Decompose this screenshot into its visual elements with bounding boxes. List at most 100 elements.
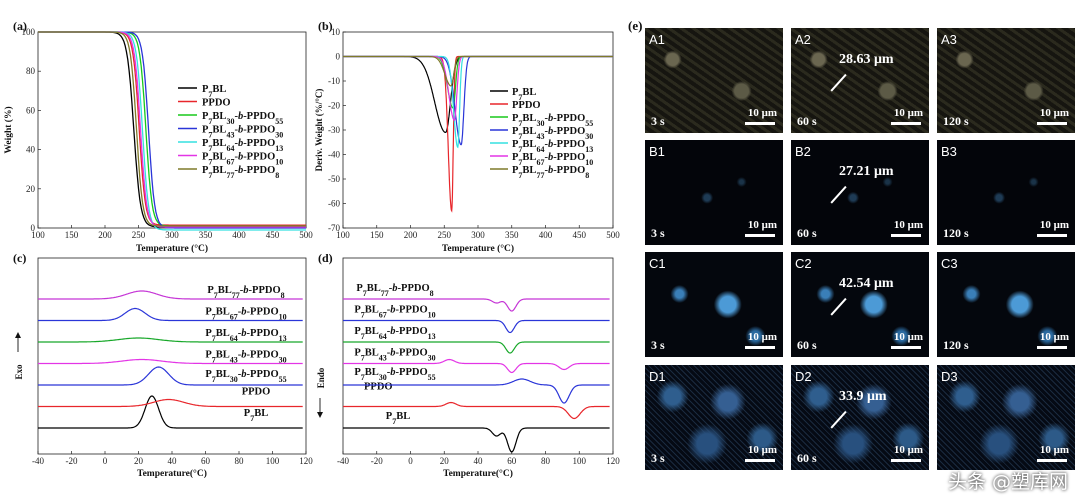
a-xtick-label: 350	[199, 230, 213, 240]
panel-label-d: (d)	[318, 251, 333, 265]
d-trace-label-2: P7BL30-b-PPDO55	[354, 367, 435, 382]
figure-canvas: 100 150 200 250 300 350 400 450 500020406080100(…	[3, 19, 620, 479]
scale-bar	[1037, 234, 1067, 237]
micrograph-id: A3	[941, 32, 957, 47]
a-legend-label-4: P7BL64-b-PPDO13	[202, 138, 283, 153]
c-xtick-label: 40	[168, 456, 178, 466]
micrograph-time: 3 s	[651, 114, 665, 128]
scale-bar	[745, 122, 775, 125]
micrograph-c3: C3 120 s 10 μm	[937, 252, 1075, 357]
panel-c: -40 -20 0 20 40 60 80 100 120 (c) Temperature(°C) P…	[13, 251, 313, 479]
b-xtick-label: 200	[404, 230, 418, 240]
d-trace-label-1: PPDO	[364, 382, 393, 393]
scale-bar-label: 10 μm	[893, 444, 923, 456]
d-series-1	[343, 401, 610, 420]
c-trace-label-5: P7BL67-b-PPDO10	[205, 307, 286, 322]
d-series-0	[343, 427, 610, 453]
a-xtick-label: 400	[232, 230, 246, 240]
scale-bar	[745, 234, 775, 237]
micrograph-a3: A3 120 s 10 μm	[937, 28, 1075, 133]
c-x-axis-label: Temperature(°C)	[137, 468, 207, 479]
spherulite-size-label: 33.9 μm	[839, 389, 887, 404]
a-xtick-label: 450	[266, 230, 280, 240]
micrograph-id: B3	[941, 144, 957, 159]
a-ytick-label: 20	[26, 184, 36, 194]
d-trace-label-0: P7BL	[386, 411, 410, 426]
c-xtick-label: 100	[266, 456, 280, 466]
d-xtick-label: -20	[371, 456, 383, 466]
b-series-6	[343, 55, 613, 87]
d-xtick-label: 100	[573, 456, 587, 466]
micrograph-time: 60 s	[797, 338, 817, 352]
b-series-2	[343, 55, 613, 109]
a-xtick-label: 250	[132, 230, 146, 240]
c-xtick-label: 80	[235, 456, 245, 466]
micrograph-time: 60 s	[797, 114, 817, 128]
micrograph-c2: C2 60 s 10 μm 42.54 μm	[791, 252, 929, 357]
c-trace-label-6: P7BL77-b-PPDO8	[207, 285, 284, 300]
micrograph-d1: D1 3 s 10 μm	[645, 365, 783, 470]
size-arrow	[830, 297, 847, 316]
micrograph-id: C3	[941, 256, 958, 271]
a-ytick-label: 40	[26, 145, 36, 155]
panel-d: -40 -20 0 20 40 60 80 100 120 (d) Temperature(°C) P…	[316, 251, 620, 479]
micrograph-c1: C1 3 s 10 μm	[645, 252, 783, 357]
b-xtick-label: 250	[438, 230, 452, 240]
micrograph-a2: A2 60 s 10 μm 28.63 μm	[791, 28, 929, 133]
b-ytick-label: -60	[328, 199, 340, 209]
d-trace-label-3: P7BL43-b-PPDO30	[354, 348, 435, 363]
b-x-axis-label: Temperature (°C)	[442, 243, 514, 254]
scale-bar	[891, 234, 921, 237]
c-xtick-label: 0	[103, 456, 108, 466]
scale-bar	[1037, 122, 1067, 125]
b-xtick-label: 150	[370, 230, 384, 240]
a-xtick-label: 500	[299, 230, 313, 240]
d-y-axis-label: Endo	[316, 367, 326, 388]
size-arrow	[830, 410, 847, 429]
micrograph-id: B2	[795, 144, 811, 159]
d-trace-label-6: P7BL77-b-PPDO8	[356, 283, 433, 298]
scale-bar-label: 10 μm	[1039, 219, 1069, 231]
micrograph-time: 3 s	[651, 451, 665, 465]
scale-bar-label: 10 μm	[747, 444, 777, 456]
watermark: 头条 @塑库网	[947, 471, 1068, 493]
micrograph-b2: B2 60 s 10 μm 27.21 μm	[791, 140, 929, 245]
scale-bar	[1037, 346, 1067, 349]
c-trace-label-3: P7BL43-b-PPDO30	[205, 350, 286, 365]
b-xtick-label: 350	[505, 230, 519, 240]
c-xtick-label: 120	[299, 456, 313, 466]
scale-bar-label: 10 μm	[1039, 444, 1069, 456]
c-xtick-label: -20	[66, 456, 78, 466]
c-xtick-label: 20	[134, 456, 144, 466]
c-xtick-label: -40	[32, 456, 44, 466]
a-xtick-label: 200	[98, 230, 112, 240]
micrograph-time: 60 s	[797, 226, 817, 240]
b-legend-label-6: P7BL77-b-PPDO8	[512, 165, 589, 180]
micrograph-time: 120 s	[943, 226, 969, 240]
a-legend-label-5: P7BL67-b-PPDO10	[202, 152, 283, 167]
b-ytick-label: -20	[328, 101, 340, 111]
a-xtick-label: 150	[65, 230, 79, 240]
scale-bar	[891, 122, 921, 125]
b-series-5	[343, 55, 613, 121]
b-ytick-label: -70	[328, 223, 340, 233]
c-trace-label-1: PPDO	[242, 387, 271, 398]
micrograph-id: D3	[941, 369, 958, 384]
b-ytick-label: 0	[336, 52, 341, 62]
scale-bar-label: 10 μm	[893, 219, 923, 231]
d-xtick-label: 40	[474, 456, 484, 466]
panel-label-c: (c)	[13, 251, 26, 265]
d-series-4	[343, 341, 610, 354]
c-trace-label-2: P7BL30-b-PPDO55	[205, 369, 286, 384]
spherulite-size-label: 27.21 μm	[839, 164, 894, 179]
micrograph-b3: B3 120 s 10 μm	[937, 140, 1075, 245]
c-trace-label-0: P7BL	[244, 408, 268, 423]
panel-label-a: (a)	[13, 19, 27, 33]
b-legend-label-1: PPDO	[512, 100, 541, 111]
micrograph-time: 3 s	[651, 226, 665, 240]
c-series-1	[38, 398, 303, 408]
micrograph-d2: D2 60 s 10 μm 33.9 μm	[791, 365, 929, 470]
scale-bar-label: 10 μm	[747, 219, 777, 231]
c-trace-label-4: P7BL64-b-PPDO13	[205, 328, 286, 343]
micrograph-id: C2	[795, 256, 812, 271]
